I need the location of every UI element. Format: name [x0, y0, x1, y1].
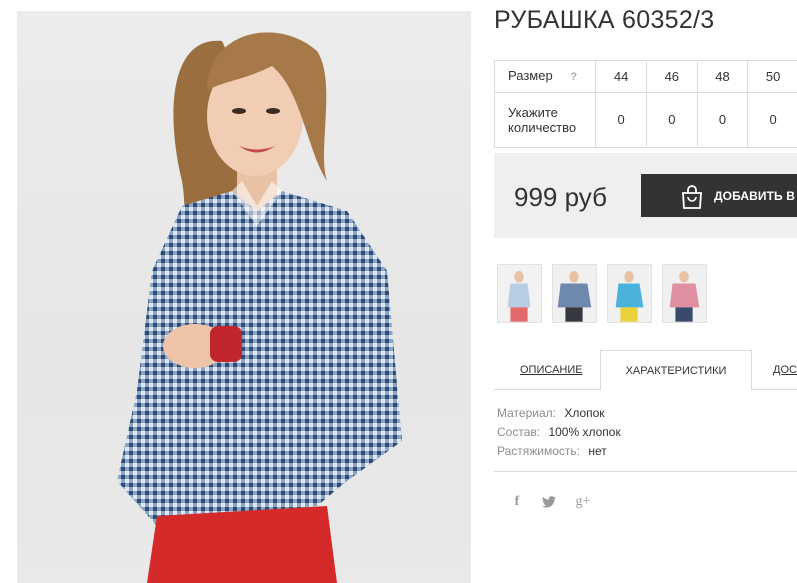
model-illustration — [117, 32, 402, 583]
size-option: 50 — [747, 60, 797, 93]
shopping-bag-icon — [682, 185, 702, 209]
thumbnail-4[interactable] — [662, 264, 707, 323]
quantity-row: Укажите количество 0 0 0 0 — [493, 91, 797, 149]
thumbnail-turquoise-shirt-icon — [608, 265, 651, 322]
size-quantity-table: Размер ? 44 46 48 50 Укажите количество … — [493, 60, 797, 149]
product-price: 999 руб — [514, 182, 607, 212]
size-option: 44 — [595, 60, 647, 93]
tab-delivery[interactable]: ДОСТ — [773, 350, 797, 390]
quantity-input[interactable]: 0 — [696, 91, 749, 149]
characteristics-list: Материал: Хлопок Состав: 100% хлопок Рас… — [497, 404, 621, 461]
spec-row-composition: Состав: 100% хлопок — [497, 423, 621, 442]
quantity-input[interactable]: 0 — [645, 91, 698, 149]
thumbnail-1[interactable] — [497, 264, 542, 323]
spec-value: нет — [588, 444, 607, 458]
price-panel: 999 руб ДОБАВИТЬ В ЗА — [494, 153, 797, 238]
product-title: РУБАШКА 60352/3 — [494, 6, 715, 34]
section-divider — [494, 471, 797, 472]
spec-key: Растяжимость: — [497, 444, 581, 458]
twitter-icon[interactable] — [542, 496, 556, 508]
thumbnail-blue-check-shirt-icon — [553, 265, 596, 322]
facebook-icon[interactable]: f — [510, 494, 524, 510]
size-row: Размер ? 44 46 48 50 — [493, 60, 797, 93]
thumbnail-pink-shirt-icon — [663, 265, 706, 322]
spec-value: Хлопок — [564, 406, 605, 420]
add-to-cart-button[interactable]: ДОБАВИТЬ В ЗА — [641, 174, 797, 217]
tab-description[interactable]: ОПИСАНИЕ — [520, 350, 583, 390]
thumbnail-gallery — [497, 264, 707, 323]
spec-key: Материал: — [497, 406, 556, 420]
quantity-label-line2: количество — [508, 119, 577, 135]
product-main-image[interactable] — [17, 11, 471, 583]
size-label-cell: Размер ? — [493, 60, 597, 93]
add-to-cart-label: ДОБАВИТЬ В ЗА — [714, 188, 797, 203]
size-option: 46 — [645, 60, 698, 93]
spec-key: Состав: — [497, 425, 541, 439]
product-tabs: ОПИСАНИЕ ХАРАКТЕРИСТИКИ ДОСТ — [494, 350, 797, 391]
quantity-label-cell: Укажите количество — [493, 91, 597, 149]
size-option: 48 — [696, 60, 749, 93]
quantity-label-line1: Укажите — [508, 104, 558, 120]
social-share: f g+ — [510, 494, 592, 510]
spec-row-stretch: Растяжимость: нет — [497, 442, 621, 461]
size-help-icon[interactable]: ? — [570, 71, 577, 83]
thumbnail-3[interactable] — [607, 264, 652, 323]
size-label: Размер — [508, 67, 553, 83]
thumbnail-light-blue-shirt-icon — [498, 265, 541, 322]
quantity-input[interactable]: 0 — [595, 91, 647, 149]
spec-row-material: Материал: Хлопок — [497, 404, 621, 423]
tab-characteristics[interactable]: ХАРАКТЕРИСТИКИ — [600, 350, 752, 391]
quantity-input[interactable]: 0 — [747, 91, 797, 149]
thumbnail-2[interactable] — [552, 264, 597, 323]
googleplus-icon[interactable]: g+ — [574, 494, 592, 510]
spec-value: 100% хлопок — [548, 425, 621, 439]
